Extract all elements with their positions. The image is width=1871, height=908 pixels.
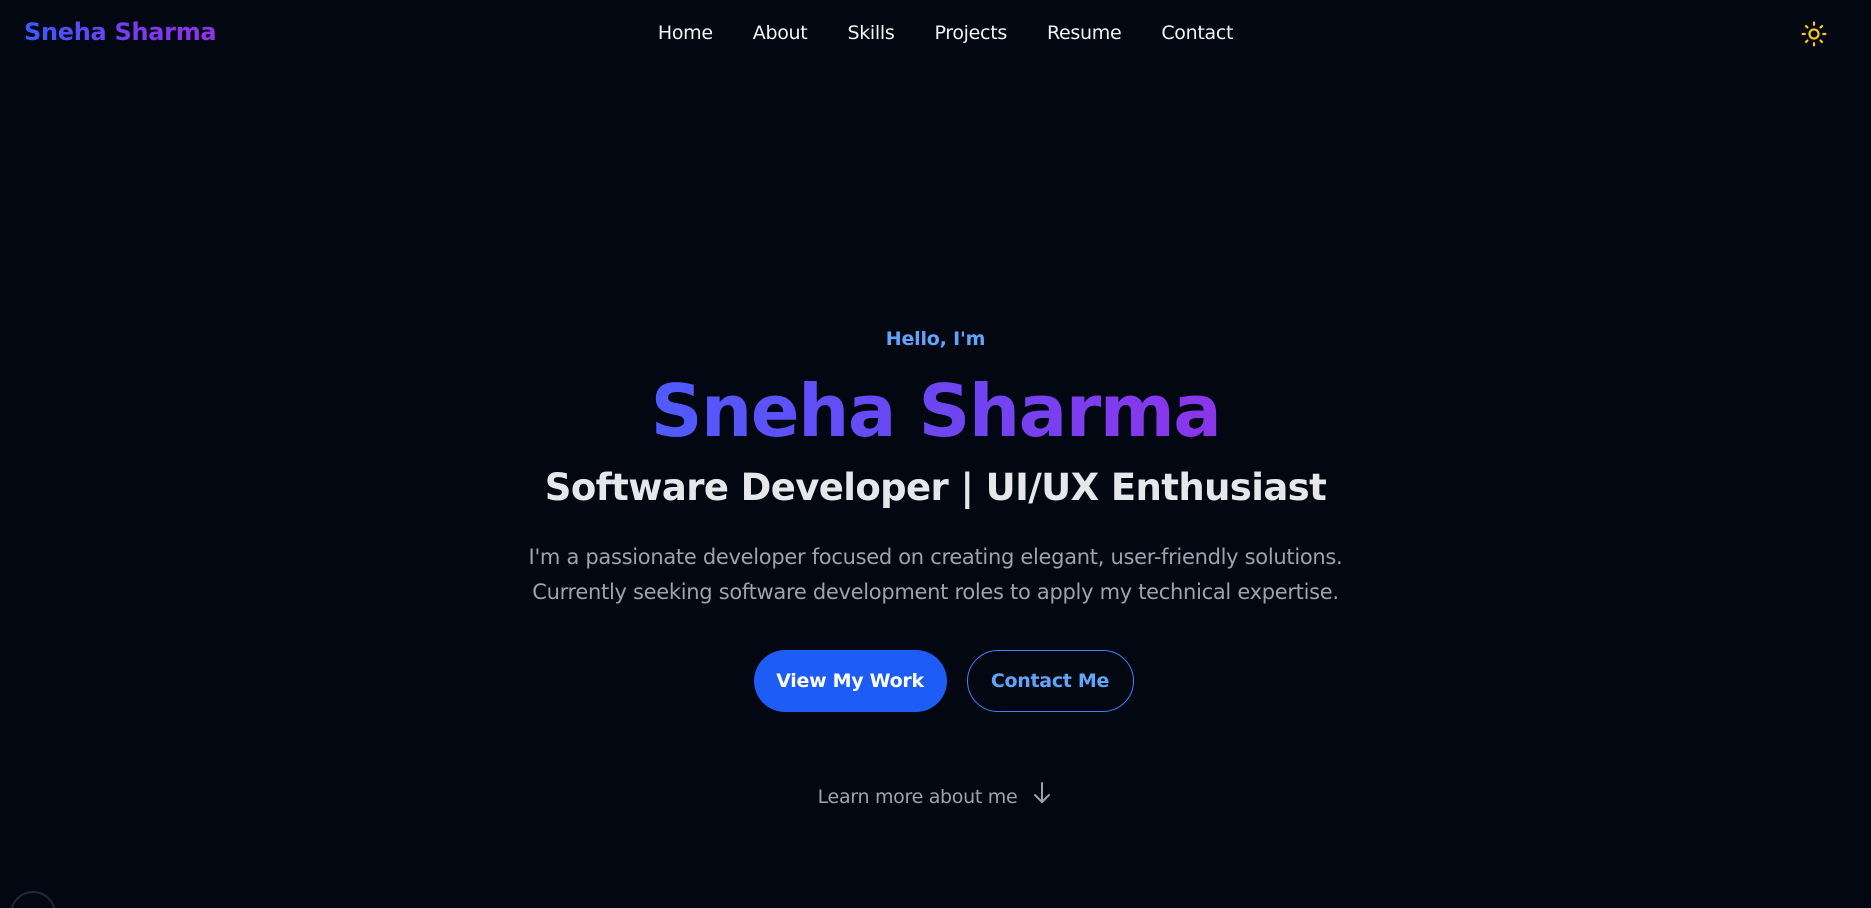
hero-description: I'm a passionate developer focused on cr… <box>0 540 1871 610</box>
hero-section: Hello, I'm Sneha Sharma Software Develop… <box>0 0 1871 908</box>
hero-name: Sneha Sharma <box>0 366 1871 456</box>
learn-more-label: Learn more about me <box>817 786 1018 808</box>
hero-greeting: Hello, I'm <box>885 328 986 350</box>
view-my-work-button[interactable]: View My Work <box>753 650 947 712</box>
hero-description-line-1: I'm a passionate developer focused on cr… <box>528 545 1343 569</box>
hero-name-text: Sneha Sharma <box>650 369 1222 453</box>
contact-me-button[interactable]: Contact Me <box>966 650 1134 712</box>
hero-buttons: View My Work Contact Me <box>0 650 1871 712</box>
learn-more-link[interactable]: Learn more about me <box>0 782 1871 808</box>
hero-subtitle: Software Developer | UI/UX Enthusiast <box>544 466 1327 509</box>
arrow-down-icon <box>1034 782 1051 803</box>
hero-description-line-2: Currently seeking software development r… <box>532 580 1339 604</box>
page: Sneha Sharma Home About Skills Projects … <box>0 0 1871 908</box>
